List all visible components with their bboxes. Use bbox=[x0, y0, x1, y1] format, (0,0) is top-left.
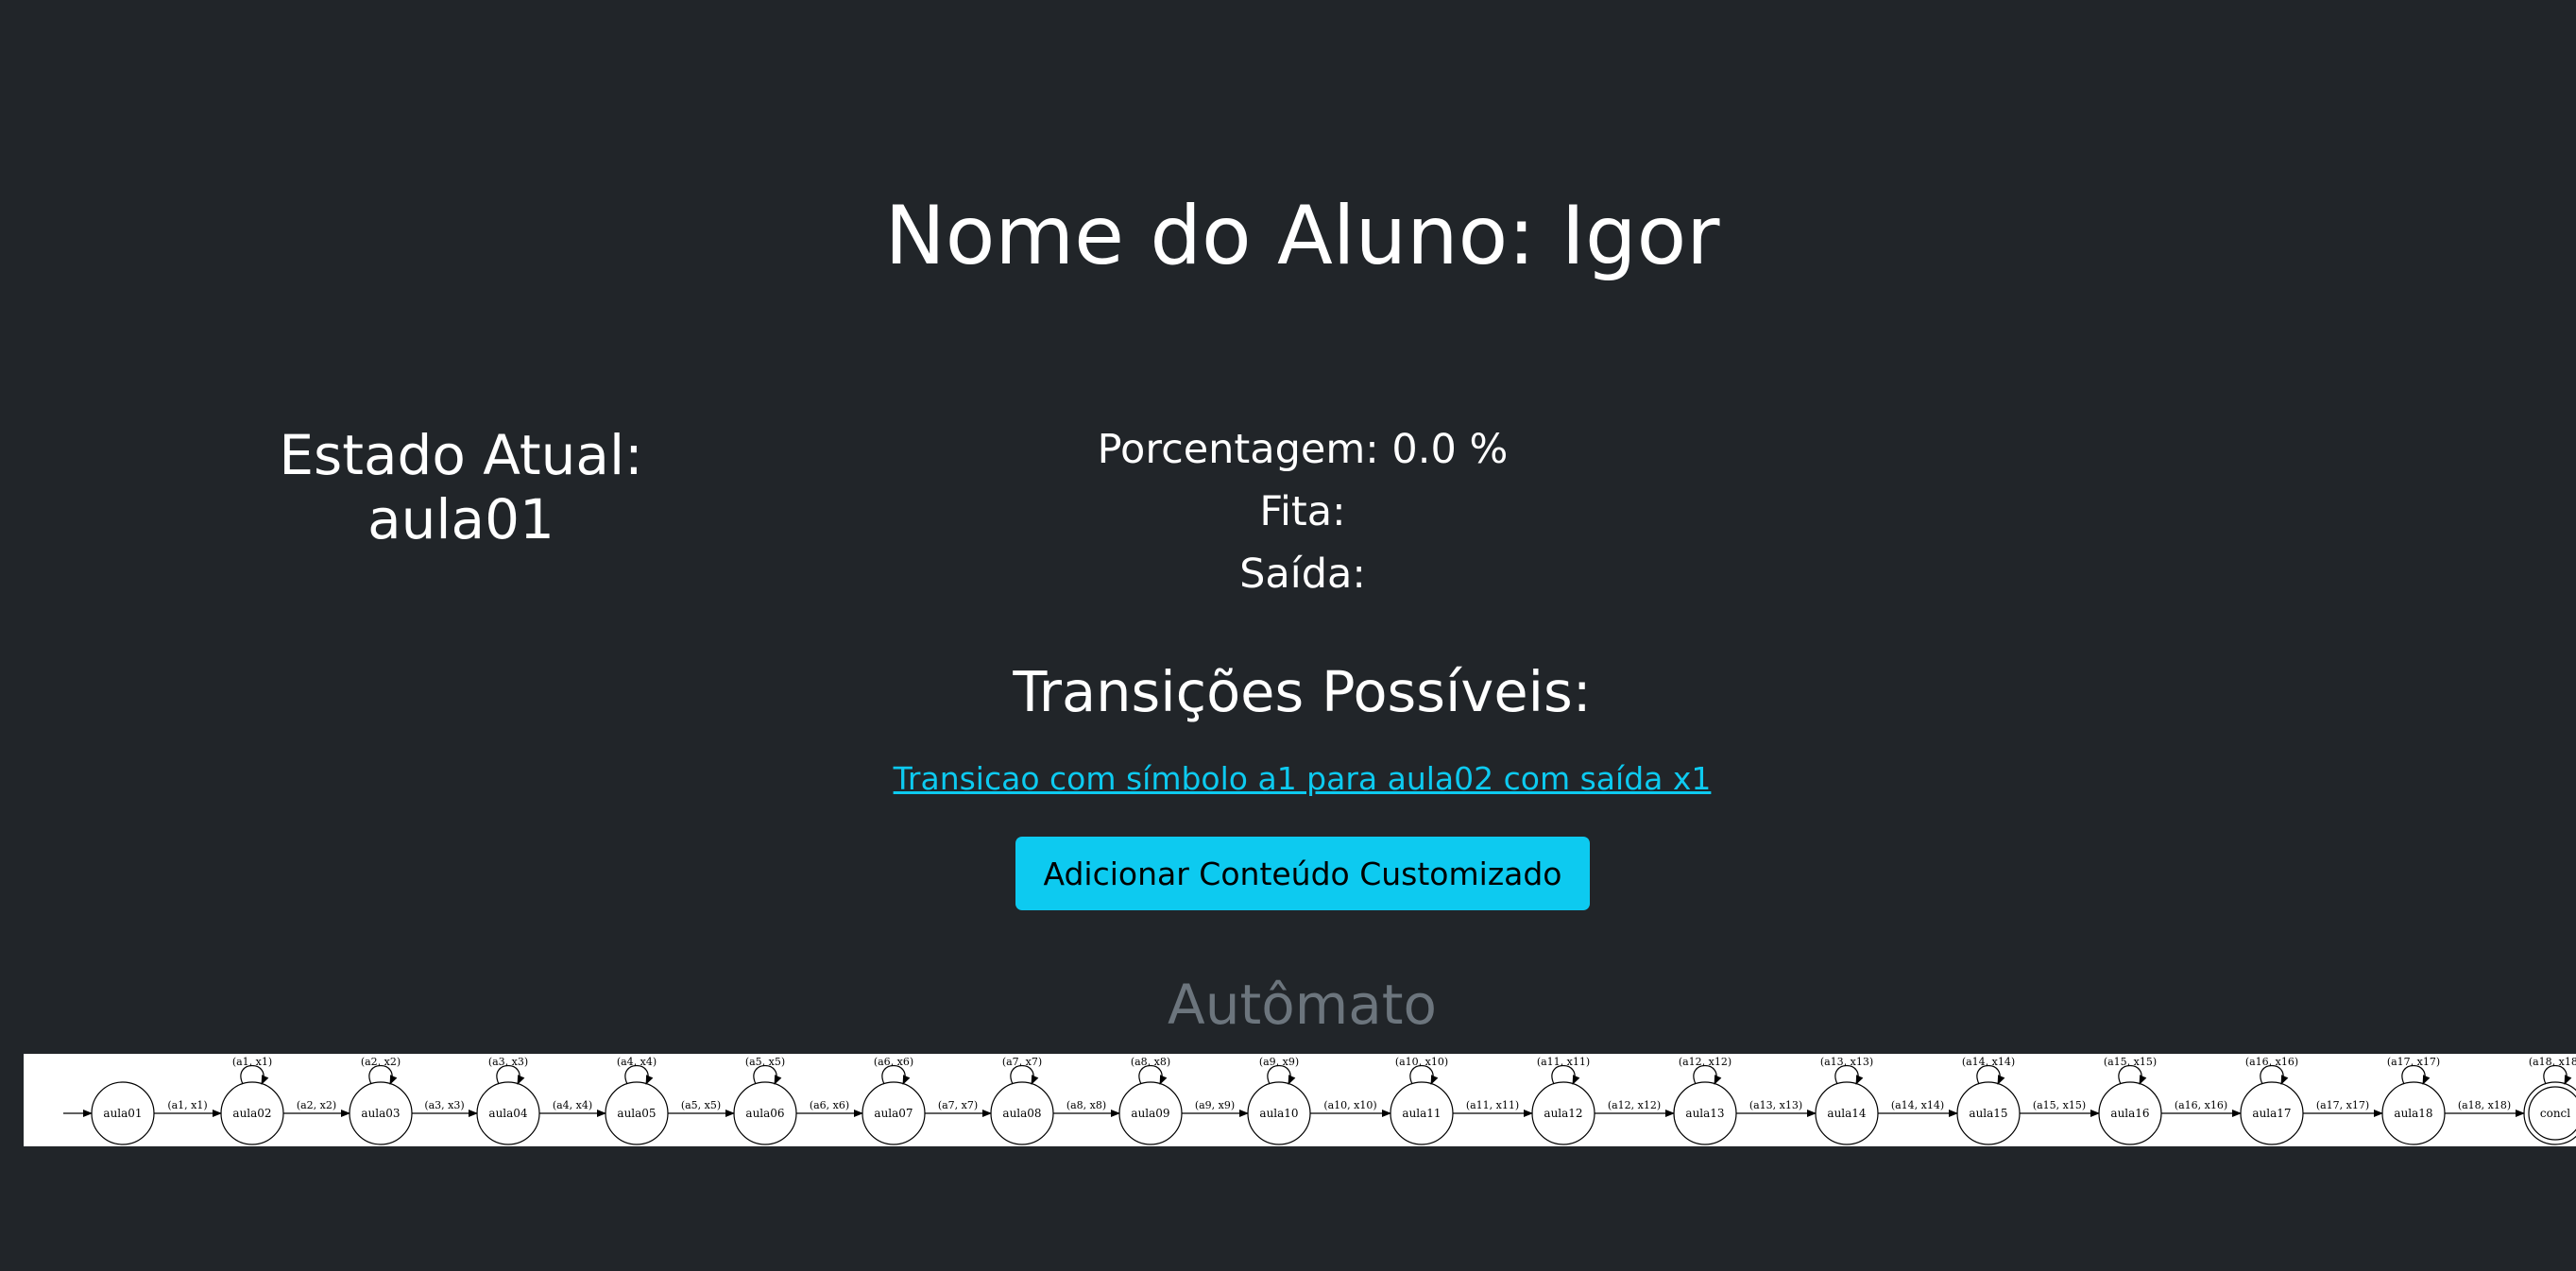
state-label: aula09 bbox=[1131, 1107, 1169, 1120]
transition-link[interactable]: Transicao com símbolo a1 para aula02 com… bbox=[894, 760, 1712, 797]
self-loop-label: (a8, x8) bbox=[1131, 1056, 1170, 1068]
self-loop-label: (a7, x7) bbox=[1002, 1056, 1042, 1068]
current-state-value: aula01 bbox=[367, 487, 554, 551]
transition-label: (a1, x1) bbox=[167, 1099, 207, 1111]
self-loop-label: (a3, x3) bbox=[488, 1056, 528, 1068]
self-loop-label: (a17, x17) bbox=[2387, 1056, 2440, 1068]
output-text: Saída: bbox=[1239, 551, 1366, 598]
state-label: aula17 bbox=[2252, 1107, 2291, 1120]
transition-label: (a2, x2) bbox=[297, 1099, 336, 1111]
transition-label: (a17, x17) bbox=[2316, 1099, 2369, 1111]
self-loop bbox=[881, 1065, 911, 1085]
self-loop-label: (a18, x18) bbox=[2529, 1056, 2576, 1068]
transition-label: (a16, x16) bbox=[2175, 1099, 2227, 1111]
state-label: concl bbox=[2540, 1107, 2570, 1120]
self-loop bbox=[1551, 1065, 1580, 1085]
state-label: aula01 bbox=[103, 1107, 142, 1120]
state-label: aula16 bbox=[2110, 1107, 2149, 1120]
transition-label: (a5, x5) bbox=[681, 1099, 721, 1111]
self-loop bbox=[2118, 1065, 2147, 1085]
self-loop bbox=[496, 1065, 525, 1085]
state-label: aula03 bbox=[361, 1107, 400, 1120]
transition-label: (a7, x7) bbox=[938, 1099, 978, 1111]
state-label: aula14 bbox=[1827, 1107, 1867, 1120]
self-loop bbox=[1267, 1065, 1296, 1085]
state-label: aula10 bbox=[1259, 1107, 1298, 1120]
self-loop bbox=[240, 1065, 269, 1085]
state-label: aula02 bbox=[232, 1107, 271, 1120]
percentage-text: Porcentagem: 0.0 % bbox=[1097, 426, 1509, 473]
self-loop-label: (a1, x1) bbox=[232, 1056, 272, 1068]
self-loop bbox=[1010, 1065, 1039, 1085]
self-loop bbox=[1834, 1065, 1864, 1085]
self-loop-label: (a11, x11) bbox=[1537, 1056, 1590, 1068]
transition-label: (a11, x11) bbox=[1466, 1099, 1519, 1111]
transition-label: (a10, x10) bbox=[1323, 1099, 1376, 1111]
current-state-label: Estado Atual: bbox=[279, 423, 643, 487]
transitions-list: Transicao com símbolo a1 para aula02 com… bbox=[0, 756, 2576, 802]
self-loop bbox=[2260, 1065, 2289, 1085]
state-label: aula04 bbox=[488, 1107, 528, 1120]
transition-label: (a9, x9) bbox=[1195, 1099, 1235, 1111]
self-loop bbox=[1409, 1065, 1439, 1085]
self-loop bbox=[2543, 1065, 2572, 1085]
state-label: aula12 bbox=[1544, 1107, 1582, 1120]
transition-label: (a12, x12) bbox=[1608, 1099, 1661, 1111]
transition-label: (a8, x8) bbox=[1066, 1099, 1106, 1111]
state-label: aula18 bbox=[2394, 1107, 2432, 1120]
self-loop-label: (a15, x15) bbox=[2104, 1056, 2157, 1068]
add-custom-content-button[interactable]: Adicionar Conteúdo Customizado bbox=[1015, 837, 1590, 910]
transition-label: (a15, x15) bbox=[2033, 1099, 2086, 1111]
state-label: aula07 bbox=[874, 1107, 913, 1120]
self-loop bbox=[1976, 1065, 2005, 1085]
self-loop-label: (a13, x13) bbox=[1820, 1056, 1873, 1068]
self-loop-label: (a12, x12) bbox=[1679, 1056, 1732, 1068]
transition-label: (a6, x6) bbox=[810, 1099, 849, 1111]
self-loop-label: (a16, x16) bbox=[2245, 1056, 2298, 1068]
self-loop bbox=[1138, 1065, 1168, 1085]
transition-label: (a14, x14) bbox=[1891, 1099, 1944, 1111]
automaton-heading: Autômato bbox=[1168, 973, 1437, 1037]
transitions-heading: Transições Possíveis: bbox=[1013, 659, 1592, 724]
tape-text: Fita: bbox=[1259, 488, 1346, 535]
self-loop-label: (a9, x9) bbox=[1259, 1056, 1299, 1068]
automaton-graph: aula01 aula02 aula03 aula04 aula05 aula06 aula… bbox=[63, 1056, 2576, 1145]
self-loop bbox=[753, 1065, 782, 1085]
self-loop bbox=[624, 1065, 654, 1085]
transition-label: (a18, x18) bbox=[2458, 1099, 2511, 1111]
self-loop-label: (a5, x5) bbox=[745, 1056, 785, 1068]
transition-label: (a13, x13) bbox=[1749, 1099, 1802, 1111]
state-label: aula06 bbox=[745, 1107, 784, 1120]
transition-label: (a3, x3) bbox=[424, 1099, 464, 1111]
self-loop-label: (a4, x4) bbox=[617, 1056, 657, 1068]
state-label: aula11 bbox=[1402, 1107, 1441, 1120]
current-state: Estado Atual: aula01 bbox=[175, 423, 747, 551]
self-loop-label: (a2, x2) bbox=[361, 1056, 401, 1068]
transition-label: (a4, x4) bbox=[553, 1099, 592, 1111]
page-title: Nome do Aluno: Igor bbox=[884, 189, 1720, 283]
state-label: aula05 bbox=[617, 1107, 656, 1120]
self-loop-label: (a14, x14) bbox=[1962, 1056, 2015, 1068]
self-loop-label: (a10, x10) bbox=[1395, 1056, 1448, 1068]
self-loop bbox=[1693, 1065, 1722, 1085]
self-loop bbox=[2401, 1065, 2431, 1085]
state-label: aula08 bbox=[1002, 1107, 1041, 1120]
automaton-diagram: aula01 aula02 aula03 aula04 aula05 aula06 aula… bbox=[24, 1054, 2576, 1146]
state-label: aula15 bbox=[1969, 1107, 2007, 1120]
self-loop bbox=[368, 1065, 398, 1085]
self-loop-label: (a6, x6) bbox=[874, 1056, 913, 1068]
state-label: aula13 bbox=[1685, 1107, 1724, 1120]
